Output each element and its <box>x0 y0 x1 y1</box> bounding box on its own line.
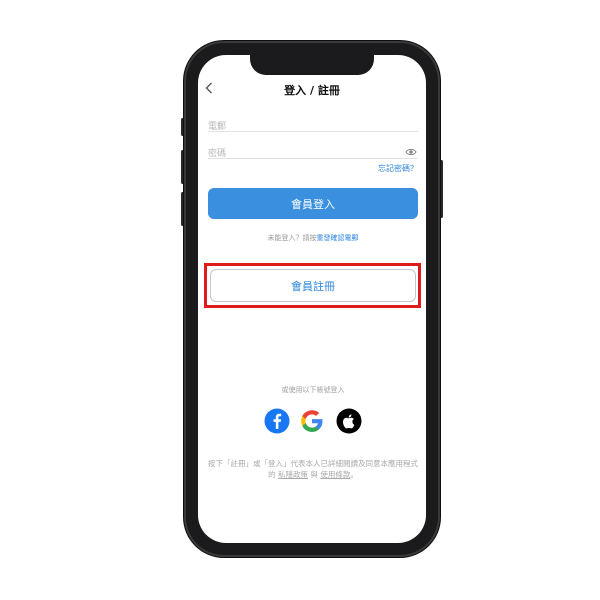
login-button[interactable]: 會員登入 <box>208 188 418 219</box>
email-field-container <box>208 114 418 135</box>
resend-email-link[interactable]: 重發確認電郵 <box>317 234 359 242</box>
facebook-icon[interactable] <box>264 408 290 434</box>
password-field-container <box>208 141 418 162</box>
privacy-policy-link[interactable]: 私隱政策 <box>278 470 308 479</box>
resend-confirmation-line: 未能登入？請按重發確認電郵 <box>208 233 418 243</box>
phone-notch <box>250 53 374 75</box>
social-login-caption: 或使用以下帳號登入 <box>281 386 345 394</box>
terms-and: 與 <box>310 470 318 479</box>
forgot-password-link[interactable]: 忘記密碼？ <box>340 163 418 174</box>
resend-prefix: 未能登入？請按 <box>267 234 317 242</box>
eye-icon[interactable] <box>405 143 417 156</box>
terms-end: 。 <box>350 470 358 479</box>
google-icon[interactable] <box>299 408 325 434</box>
register-button[interactable]: 會員註冊 <box>210 269 416 302</box>
terms-notice: 按下「註冊」或「登入」代表本人已詳細閱讀及同意本應用程式的 私隱政策 與 使用條… <box>208 458 418 480</box>
password-field[interactable] <box>208 146 418 162</box>
terms-of-use-link[interactable]: 使用條款 <box>320 470 350 479</box>
chevron-left-icon[interactable] <box>205 82 217 96</box>
page-title: 登入 / 註冊 <box>284 84 340 97</box>
email-field[interactable] <box>208 119 418 135</box>
apple-icon[interactable] <box>336 408 362 434</box>
power-button <box>440 160 443 218</box>
